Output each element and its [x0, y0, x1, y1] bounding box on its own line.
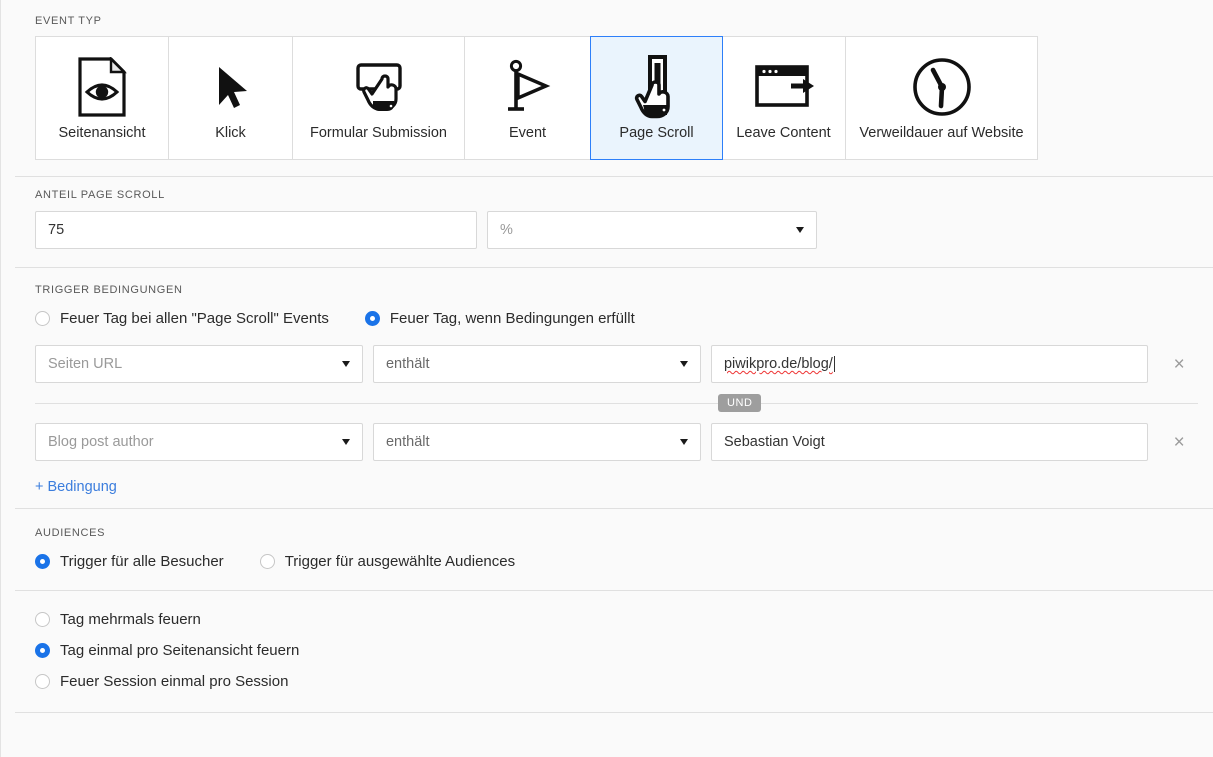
- page-scroll-icon: [631, 51, 683, 123]
- condition-operator-select[interactable]: enthält: [372, 345, 701, 383]
- event-type-card-page-scroll[interactable]: Page Scroll: [590, 36, 723, 160]
- trigger-mode-label: Feuer Tag, wenn Bedingungen erfüllt: [389, 310, 635, 327]
- radio-button[interactable]: [364, 311, 380, 326]
- scroll-value-input[interactable]: 75: [35, 211, 477, 249]
- event-type-card-label: Verweildauer auf Website: [859, 125, 1024, 141]
- event-type-card-label: Klick: [215, 125, 246, 141]
- event-type-card-seitenansicht[interactable]: Seitenansicht: [36, 37, 169, 159]
- trigger-mode-radio-group: Feuer Tag bei allen "Page Scroll" Events…: [35, 310, 1194, 327]
- condition-row: Seiten URL enthält piwikpro.de/blog/ ×: [35, 345, 1194, 383]
- trigger-mode-option-all-events[interactable]: Feuer Tag bei allen "Page Scroll" Events: [35, 310, 329, 327]
- audience-option-label: Trigger für ausgewählte Audiences: [284, 553, 516, 570]
- scroll-amount-fields: 75 %: [35, 211, 1194, 249]
- event-type-card-label: Page Scroll: [619, 125, 694, 141]
- flag-icon: [500, 51, 556, 123]
- add-condition-link[interactable]: + Bedingung: [35, 479, 117, 495]
- event-type-card-label: Leave Content: [736, 125, 831, 141]
- scroll-unit-select[interactable]: %: [487, 211, 817, 249]
- event-type-card-event[interactable]: Event: [465, 37, 591, 159]
- chevron-down-icon: [341, 439, 350, 445]
- condition-field-select[interactable]: Seiten URL: [35, 345, 363, 383]
- scroll-unit-value: %: [500, 222, 513, 238]
- condition-value-text: piwikpro.de/blog/: [723, 356, 833, 372]
- radio-button[interactable]: [35, 674, 50, 689]
- condition-value-input[interactable]: Sebastian Voigt: [710, 423, 1149, 461]
- condition-field-value: Blog post author: [48, 434, 154, 450]
- fire-option-once-per-session[interactable]: Feuer Session einmal pro Session: [35, 673, 1158, 690]
- event-type-card-label: Event: [508, 125, 547, 141]
- chevron-down-icon: [341, 361, 350, 367]
- audience-option-selected-audiences[interactable]: Trigger für ausgewählte Audiences: [259, 553, 516, 570]
- trigger-editor-frame: EVENT TYP Seitenansicht Klick Formular S…: [15, 0, 1213, 757]
- event-type-card-klick[interactable]: Klick: [169, 37, 293, 159]
- condition-row: Blog post author enthält Sebastian Voigt…: [35, 423, 1194, 461]
- condition-operator-select[interactable]: enthält: [372, 423, 701, 461]
- fire-option-once-per-pageview[interactable]: Tag einmal pro Seitenansicht feuern: [35, 642, 1158, 659]
- leave-content-icon: [751, 51, 817, 123]
- trigger-editor-page: EVENT TYP Seitenansicht Klick Formular S…: [0, 0, 1213, 757]
- chevron-down-icon: [679, 361, 688, 367]
- and-badge: UND: [718, 394, 762, 412]
- event-type-label: EVENT TYP: [35, 15, 102, 27]
- fire-option-multiple[interactable]: Tag mehrmals feuern: [35, 611, 1158, 628]
- fire-option-label: Tag mehrmals feuern: [60, 611, 201, 628]
- condition-operator-value: enthält: [385, 356, 430, 372]
- condition-value-text: Sebastian Voigt: [723, 434, 825, 450]
- trigger-conditions-section: TRIGGER BEDINGUNGEN Feuer Tag bei allen …: [15, 268, 1213, 508]
- scroll-amount-label: ANTEIL PAGE SCROLL: [35, 189, 165, 201]
- trigger-mode-label: Feuer Tag bei allen "Page Scroll" Events: [60, 310, 329, 327]
- audience-option-label: Trigger für alle Besucher: [60, 553, 224, 570]
- condition-field-value: Seiten URL: [48, 356, 123, 372]
- audience-option-all-visitors[interactable]: Trigger für alle Besucher: [35, 553, 224, 570]
- fire-option-label: Tag einmal pro Seitenansicht feuern: [60, 642, 300, 659]
- condition-field-select[interactable]: Blog post author: [35, 423, 363, 461]
- condition-operator-value: enthält: [385, 434, 430, 450]
- scroll-amount-section: ANTEIL PAGE SCROLL 75 %: [15, 177, 1213, 267]
- event-type-card-label: Formular Submission: [310, 125, 447, 141]
- event-type-card-verweildauer[interactable]: Verweildauer auf Website: [846, 37, 1037, 159]
- trigger-mode-option-conditions[interactable]: Feuer Tag, wenn Bedingungen erfüllt: [364, 310, 635, 327]
- section-divider: [15, 712, 1213, 713]
- cursor-arrow-icon: [207, 51, 255, 123]
- condition-value-input[interactable]: piwikpro.de/blog/: [710, 345, 1149, 383]
- trigger-conditions-label: TRIGGER BEDINGUNGEN: [35, 284, 183, 296]
- event-type-card-label: Seitenansicht: [58, 125, 146, 141]
- audiences-label: AUDIENCES: [35, 527, 106, 539]
- remove-condition-button[interactable]: ×: [1164, 355, 1194, 374]
- text-cursor: [833, 356, 835, 372]
- radio-button[interactable]: [259, 554, 275, 569]
- fire-options-section: Tag mehrmals feuern Tag einmal pro Seite…: [15, 591, 1213, 712]
- radio-button[interactable]: [35, 311, 50, 326]
- remove-condition-button[interactable]: ×: [1164, 433, 1194, 452]
- clock-icon: [910, 51, 974, 123]
- radio-button[interactable]: [35, 554, 50, 569]
- form-submit-icon: [346, 51, 412, 123]
- audiences-radio-group: Trigger für alle Besucher Trigger für au…: [35, 553, 1194, 570]
- condition-rows: Seiten URL enthält piwikpro.de/blog/ × U…: [35, 345, 1198, 496]
- radio-button[interactable]: [35, 643, 50, 658]
- page-view-icon: [77, 51, 127, 123]
- event-type-section: EVENT TYP Seitenansicht Klick Formular S…: [15, 0, 1213, 176]
- and-separator: UND: [35, 394, 1198, 412]
- radio-button[interactable]: [35, 612, 50, 627]
- audiences-section: AUDIENCES Trigger für alle Besucher Trig…: [15, 509, 1213, 590]
- event-type-card-formular-submission[interactable]: Formular Submission: [293, 37, 465, 159]
- fire-option-label: Feuer Session einmal pro Session: [60, 673, 289, 690]
- chevron-down-icon: [796, 227, 804, 233]
- event-type-card-row: Seitenansicht Klick Formular Submission …: [35, 36, 1038, 160]
- event-type-card-leave-content[interactable]: Leave Content: [722, 37, 846, 159]
- chevron-down-icon: [679, 439, 688, 445]
